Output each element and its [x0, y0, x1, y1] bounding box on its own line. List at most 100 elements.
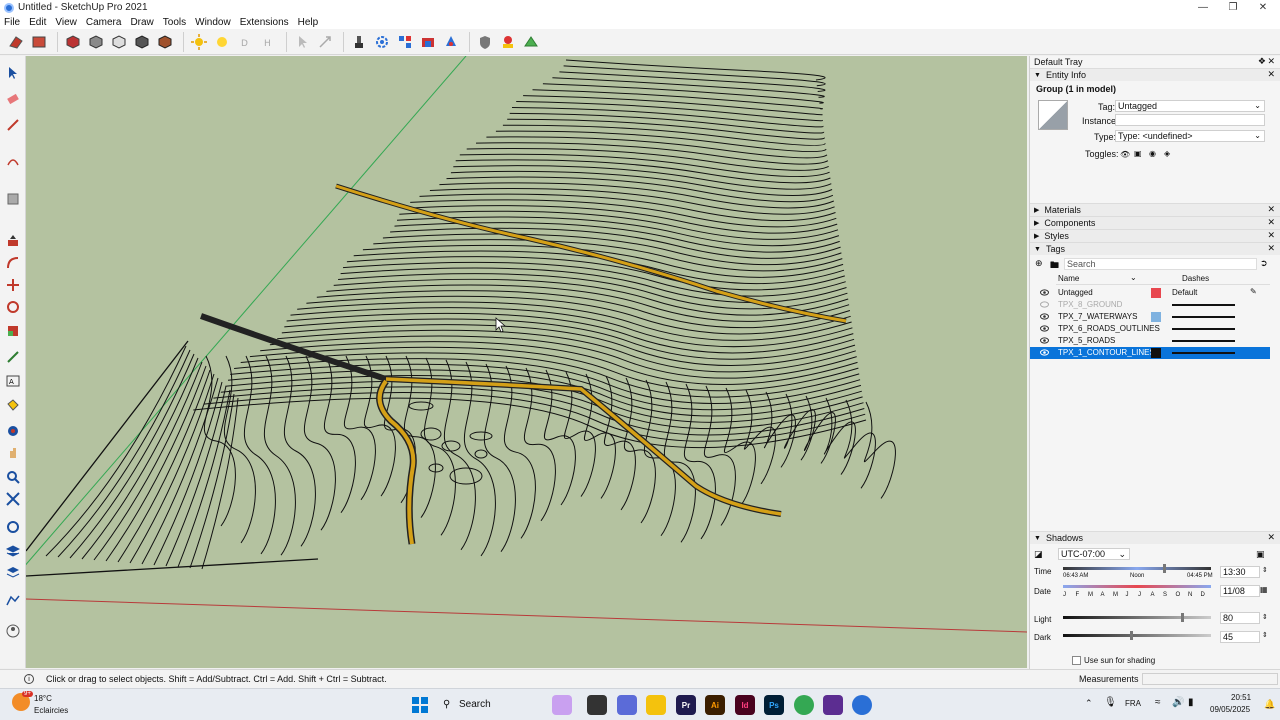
shadow-toggle-icon[interactable]: ◪ — [1034, 549, 1043, 560]
road-upper[interactable] — [335, 184, 847, 323]
offset-icon[interactable] — [3, 254, 23, 272]
date-slider[interactable] — [1063, 585, 1211, 588]
edit-pencil-icon[interactable]: ✎ — [1250, 287, 1257, 296]
tag-color-swatch[interactable] — [1151, 348, 1161, 358]
tag-row[interactable]: TPX_1_CONTOUR_LINES — [1030, 347, 1270, 359]
timezone-select[interactable]: UTC-07:00 ⌄ — [1058, 548, 1130, 560]
contour-line[interactable] — [45, 345, 187, 557]
contour-line[interactable] — [507, 118, 826, 140]
menu-window[interactable]: Window — [195, 17, 231, 28]
paint-icon[interactable] — [349, 32, 369, 52]
contour-line[interactable] — [225, 375, 863, 423]
tag-row[interactable]: TPX_7_WATERWAYS — [1030, 311, 1270, 323]
scale-icon[interactable] — [3, 322, 23, 340]
light-input[interactable]: 80 — [1220, 612, 1260, 624]
contour-line[interactable] — [81, 357, 199, 560]
add-folder-icon[interactable]: 🖿 — [1050, 258, 1059, 274]
tag-search-input[interactable]: Search — [1064, 258, 1257, 270]
paint-bucket-icon[interactable] — [3, 396, 23, 414]
calendar-app-icon[interactable] — [617, 695, 637, 715]
tag-color-swatch[interactable] — [1151, 288, 1161, 298]
contour-line[interactable] — [509, 112, 825, 134]
time-slider[interactable] — [1063, 564, 1211, 573]
materials-header[interactable]: ▶ Materials ✕ — [1030, 203, 1280, 216]
user-icon[interactable] — [3, 622, 23, 640]
tag-dash-line[interactable] — [1172, 304, 1235, 306]
tag-color-swatch[interactable] — [1151, 312, 1161, 322]
tag-dash-line[interactable] — [1172, 352, 1235, 354]
visibility-eye-icon[interactable] — [1040, 325, 1049, 332]
menu-tools[interactable]: Tools — [163, 17, 186, 28]
contour-island[interactable] — [428, 463, 444, 473]
dark-slider[interactable] — [1063, 631, 1211, 640]
date-input[interactable]: 11/08 — [1220, 585, 1260, 597]
rotate-icon[interactable] — [3, 298, 23, 316]
contour-line[interactable] — [244, 355, 276, 555]
sandbox-tool-icon[interactable] — [3, 592, 23, 610]
move-tool-icon[interactable] — [3, 276, 23, 294]
contour-island[interactable] — [469, 431, 493, 441]
menu-extensions[interactable]: Extensions — [240, 17, 289, 28]
type-select[interactable]: Type: <undefined> ⌄ — [1115, 130, 1265, 142]
terrain-model[interactable] — [26, 56, 1027, 668]
menu-camera[interactable]: Camera — [86, 17, 122, 28]
spinner-icon[interactable]: ⇕ — [1262, 613, 1268, 621]
visibility-eye-icon[interactable] — [1040, 289, 1049, 296]
sun-shadow-icon[interactable] — [212, 32, 232, 52]
tag-row[interactable]: Untagged Default ✎ — [1030, 287, 1270, 299]
tag-dash-line[interactable] — [1172, 316, 1235, 318]
premiere-icon[interactable]: Pr — [676, 695, 696, 715]
sun-icon[interactable] — [189, 32, 209, 52]
styles-header[interactable]: ▶ Styles ✕ — [1030, 229, 1280, 242]
tag-dash-line[interactable] — [1172, 328, 1235, 330]
menu-help[interactable]: Help — [298, 17, 319, 28]
shadows-header[interactable]: ▼ Shadows ✕ — [1030, 531, 1280, 544]
contour-line[interactable] — [346, 256, 845, 291]
pin-icon[interactable]: ❖ — [1258, 56, 1266, 67]
section-plane-icon[interactable] — [3, 518, 23, 536]
volume-icon[interactable]: 🔊 — [1172, 697, 1184, 708]
contour-line[interactable] — [604, 375, 636, 511]
contour-line[interactable] — [304, 355, 336, 531]
contour-line[interactable] — [466, 147, 829, 171]
spinner-icon[interactable]: ⇕ — [1262, 631, 1268, 639]
contour-line[interactable] — [373, 239, 843, 272]
wireframe-icon[interactable] — [86, 32, 106, 52]
edge-icon[interactable]: H — [258, 32, 278, 52]
shadow-receive-icon[interactable]: ◈ — [1164, 149, 1170, 158]
contour-line[interactable] — [532, 89, 823, 110]
section-icon[interactable] — [6, 32, 26, 52]
tag-dash-line[interactable] — [1172, 340, 1235, 342]
tray-close-icon[interactable]: ✕ — [1267, 56, 1275, 67]
eraser-icon[interactable] — [3, 90, 23, 108]
contour-line[interactable] — [193, 397, 867, 449]
wifi-icon[interactable]: ≈ — [1155, 697, 1161, 708]
pushpull-icon[interactable] — [3, 232, 23, 250]
text-tool-icon[interactable]: A — [3, 372, 23, 390]
chevron-up-icon[interactable]: ⌃ — [1085, 698, 1093, 709]
contour-line[interactable] — [324, 355, 356, 514]
lock-icon[interactable]: ▣ — [1134, 149, 1142, 158]
clock-date[interactable]: 09/05/2025 — [1210, 705, 1250, 714]
pan-icon[interactable] — [3, 444, 23, 462]
contour-line[interactable] — [524, 367, 556, 522]
contour-line[interactable] — [234, 358, 861, 404]
contour-line[interactable] — [153, 381, 223, 566]
gear-icon[interactable] — [372, 32, 392, 52]
warehouse-icon[interactable] — [418, 32, 438, 52]
indesign-icon[interactable]: Id — [735, 695, 755, 715]
visibility-eye-icon[interactable] — [1040, 313, 1049, 320]
visibility-eye-icon[interactable] — [1040, 349, 1049, 356]
select-icon[interactable] — [292, 32, 312, 52]
light-slider[interactable] — [1063, 613, 1211, 622]
tag-select[interactable]: Untagged ⌄ — [1115, 100, 1265, 112]
menu-view[interactable]: View — [55, 17, 77, 28]
task-view-icon[interactable] — [587, 695, 607, 715]
extension-icon[interactable] — [441, 32, 461, 52]
components-icon[interactable] — [395, 32, 415, 52]
orbit-icon[interactable] — [3, 422, 23, 440]
contour-line[interactable] — [189, 393, 235, 569]
shield-icon[interactable] — [475, 32, 495, 52]
contour-line[interactable] — [439, 182, 834, 209]
contour-line[interactable] — [552, 77, 825, 98]
